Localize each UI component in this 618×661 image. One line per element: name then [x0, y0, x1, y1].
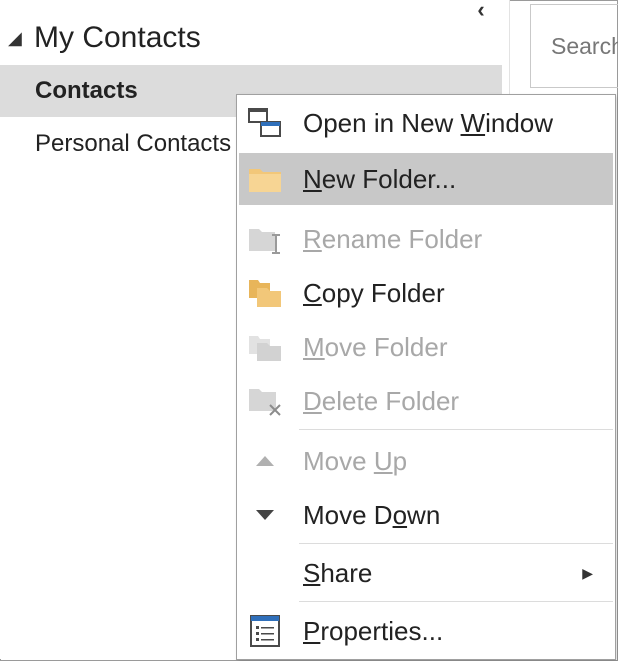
folder-label: Personal Contacts [35, 130, 232, 157]
menu-item-label: New Folder... [303, 163, 457, 194]
move-folder-icon [247, 329, 283, 365]
my-contacts-group[interactable]: ◢ My Contacts [8, 18, 201, 58]
menu-item-label: Move Folder [303, 331, 448, 362]
menu-item-properties[interactable]: Properties... [239, 605, 613, 657]
search-input[interactable]: Search [530, 4, 618, 88]
menu-separator [299, 429, 613, 430]
new-folder-icon [247, 161, 283, 197]
menu-item-share[interactable]: Share ▶ [239, 547, 613, 599]
submenu-arrow-icon: ▶ [582, 564, 593, 581]
menu-separator [299, 601, 613, 602]
menu-item-open-in-new-window[interactable]: Open in New Window [239, 97, 613, 149]
menu-item-label: Share [303, 557, 373, 588]
move-down-icon [247, 497, 283, 533]
delete-folder-icon [247, 383, 283, 419]
open-window-icon [247, 105, 283, 141]
menu-item-label: Move Up [303, 445, 408, 476]
menu-item-move-up: Move Up [239, 435, 613, 487]
menu-item-delete-folder: Delete Folder [239, 375, 613, 427]
collapse-pane-button[interactable]: ‹ [470, 0, 492, 24]
rename-folder-icon [247, 221, 283, 257]
group-label: My Contacts [34, 21, 201, 54]
expand-triangle-icon[interactable]: ◢ [8, 28, 34, 49]
menu-item-label: Open in New Window [303, 107, 554, 138]
menu-item-new-folder[interactable]: New Folder... [239, 153, 613, 205]
menu-item-label: Copy Folder [303, 277, 445, 308]
move-up-icon [247, 443, 283, 479]
menu-item-copy-folder[interactable]: Copy Folder [239, 267, 613, 319]
context-menu: Open in New Window New Folder... Rename … [236, 94, 616, 660]
menu-separator [299, 543, 613, 544]
menu-item-move-down[interactable]: Move Down [239, 489, 613, 541]
menu-item-rename-folder: Rename Folder [239, 213, 613, 265]
copy-folder-icon [247, 275, 283, 311]
menu-item-label: Move Down [303, 499, 441, 530]
menu-item-label: Properties... [303, 615, 444, 646]
menu-item-move-folder: Move Folder [239, 321, 613, 373]
properties-icon [247, 613, 283, 649]
folder-label: Contacts [35, 77, 138, 104]
menu-item-label: Delete Folder [303, 385, 460, 416]
menu-item-label: Rename Folder [303, 223, 483, 254]
